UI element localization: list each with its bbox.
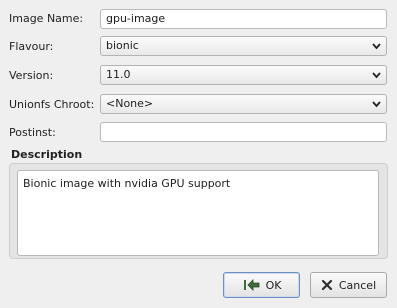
chevron-down-icon <box>372 43 381 50</box>
unionfs-chroot-label: Unionfs Chroot: <box>9 98 95 111</box>
postinst-label: Postinst: <box>9 126 56 139</box>
version-select[interactable]: 11.0 <box>100 65 387 85</box>
version-label: Version: <box>9 69 54 82</box>
image-name-label: Image Name: <box>9 12 84 25</box>
postinst-input[interactable] <box>100 122 387 142</box>
cancel-button[interactable]: Cancel <box>310 272 387 298</box>
version-value: 11.0 <box>106 68 131 81</box>
ok-button[interactable]: OK <box>223 272 300 298</box>
cancel-x-icon <box>321 279 332 291</box>
ok-arrow-icon <box>243 279 259 291</box>
cancel-label: Cancel <box>338 278 377 292</box>
description-textarea[interactable]: Bionic image with nvidia GPU support <box>17 170 379 256</box>
unionfs-chroot-select[interactable]: <None> <box>100 94 387 114</box>
ok-label: OK <box>265 278 282 292</box>
chevron-down-icon <box>372 72 381 79</box>
flavour-value: bionic <box>106 39 139 52</box>
chevron-down-icon <box>372 101 381 108</box>
image-name-input[interactable]: gpu-image <box>100 9 387 29</box>
unionfs-chroot-value: <None> <box>106 97 154 110</box>
description-title: Description <box>11 148 83 161</box>
flavour-select[interactable]: bionic <box>100 36 387 56</box>
flavour-label: Flavour: <box>9 40 54 53</box>
